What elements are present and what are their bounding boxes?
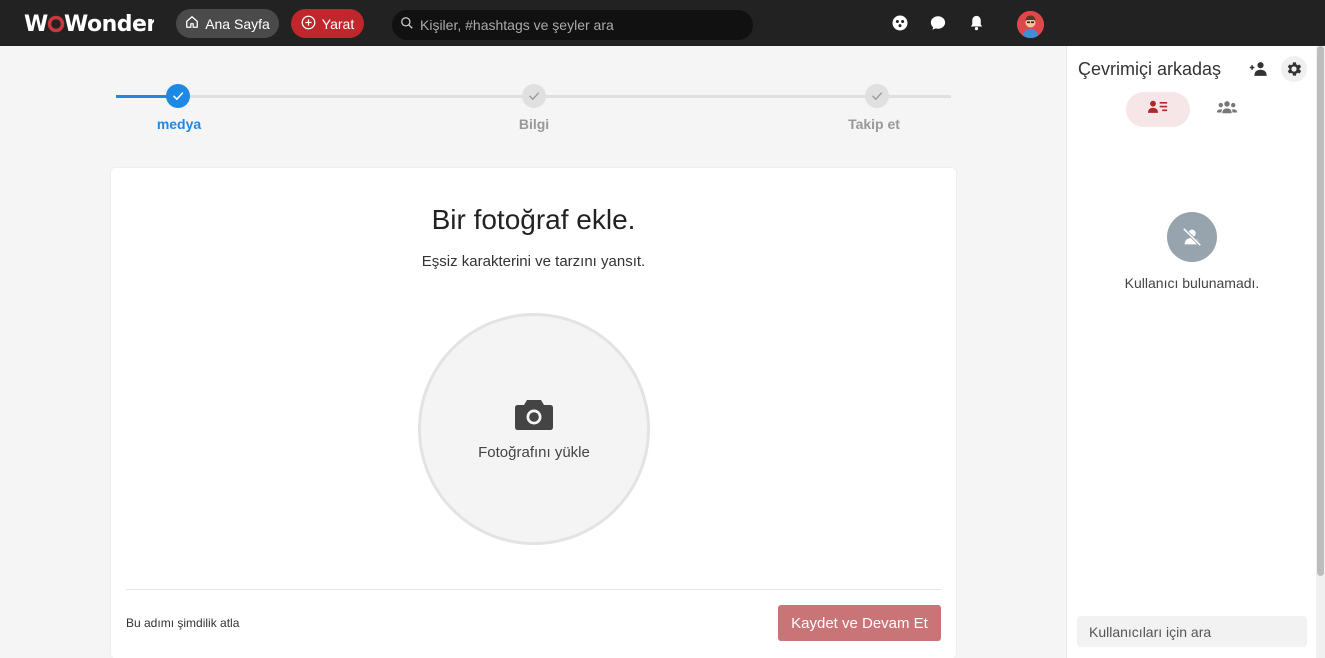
- step-dot-follow: [865, 84, 889, 108]
- no-user-text: Kullanıcı bulunamadı.: [1124, 275, 1260, 291]
- no-user-icon: [1167, 212, 1217, 262]
- sidebar-search-input[interactable]: [1089, 623, 1299, 640]
- header-search-input[interactable]: [420, 17, 740, 33]
- sidebar-search[interactable]: [1077, 616, 1307, 647]
- onboarding-stepper: medya Bilgi Takip et: [116, 84, 951, 134]
- step-label-follow: Takip et: [848, 116, 900, 132]
- check-icon: [529, 92, 540, 100]
- user-avatar[interactable]: [1017, 11, 1044, 38]
- header-search[interactable]: [392, 10, 753, 40]
- photo-upload-circle[interactable]: Fotoğrafını yükle: [418, 313, 650, 545]
- card-divider: [126, 589, 941, 590]
- step-label-info: Bilgi: [518, 116, 550, 132]
- notifications-bell-icon[interactable]: [966, 13, 986, 33]
- camera-icon: [514, 397, 554, 436]
- gear-icon[interactable]: [1281, 56, 1307, 82]
- check-icon: [173, 92, 184, 100]
- step-dot-info: [522, 84, 546, 108]
- check-icon: [872, 92, 883, 100]
- save-continue-button[interactable]: Kaydet ve Devam Et: [778, 605, 941, 641]
- online-friends-sidebar: Çevrimiçi arkadaş Kullanıcı bulunamadı.: [1066, 46, 1316, 658]
- wowonder-logo[interactable]: W Wonder: [24, 9, 154, 37]
- photo-step-card: Bir fotoğraf ekle. Eşsiz karakterini ve …: [111, 168, 956, 658]
- card-title: Bir fotoğraf ekle.: [431, 204, 636, 235]
- add-friend-icon[interactable]: [1246, 56, 1272, 82]
- create-button-label: Yarat: [321, 15, 355, 32]
- scrollbar-thumb[interactable]: [1317, 46, 1324, 576]
- plus-circle-icon: [301, 15, 316, 33]
- top-header: W Wonder Ana Sayfa Yarat: [0, 0, 1325, 46]
- logo-wordmark: W Wonder: [24, 12, 154, 37]
- tab-friends-list[interactable]: [1126, 92, 1190, 127]
- contact-list-icon: [1148, 99, 1168, 120]
- svg-text:Wonder: Wonder: [64, 12, 154, 37]
- sidebar-title: Çevrimiçi arkadaş: [1078, 59, 1222, 79]
- svg-text:W: W: [24, 12, 48, 37]
- home-button[interactable]: Ana Sayfa: [176, 9, 279, 38]
- skip-step-link[interactable]: Bu adımı şimdilik atla: [126, 616, 239, 630]
- search-icon: [400, 16, 414, 35]
- card-subtitle: Eşsiz karakterini ve tarzını yansıt.: [421, 253, 646, 270]
- step-dot-media: [166, 84, 190, 108]
- page-scrollbar[interactable]: [1316, 46, 1325, 658]
- home-icon: [185, 15, 199, 32]
- upload-photo-label: Fotoğrafını yükle: [478, 444, 590, 461]
- step-label-media: medya: [156, 116, 202, 132]
- tab-groups[interactable]: [1195, 92, 1259, 127]
- group-icon: [1216, 100, 1238, 119]
- create-button[interactable]: Yarat: [291, 9, 364, 38]
- messages-icon[interactable]: [928, 13, 948, 33]
- home-button-label: Ana Sayfa: [205, 15, 270, 32]
- face-icon[interactable]: [890, 13, 910, 33]
